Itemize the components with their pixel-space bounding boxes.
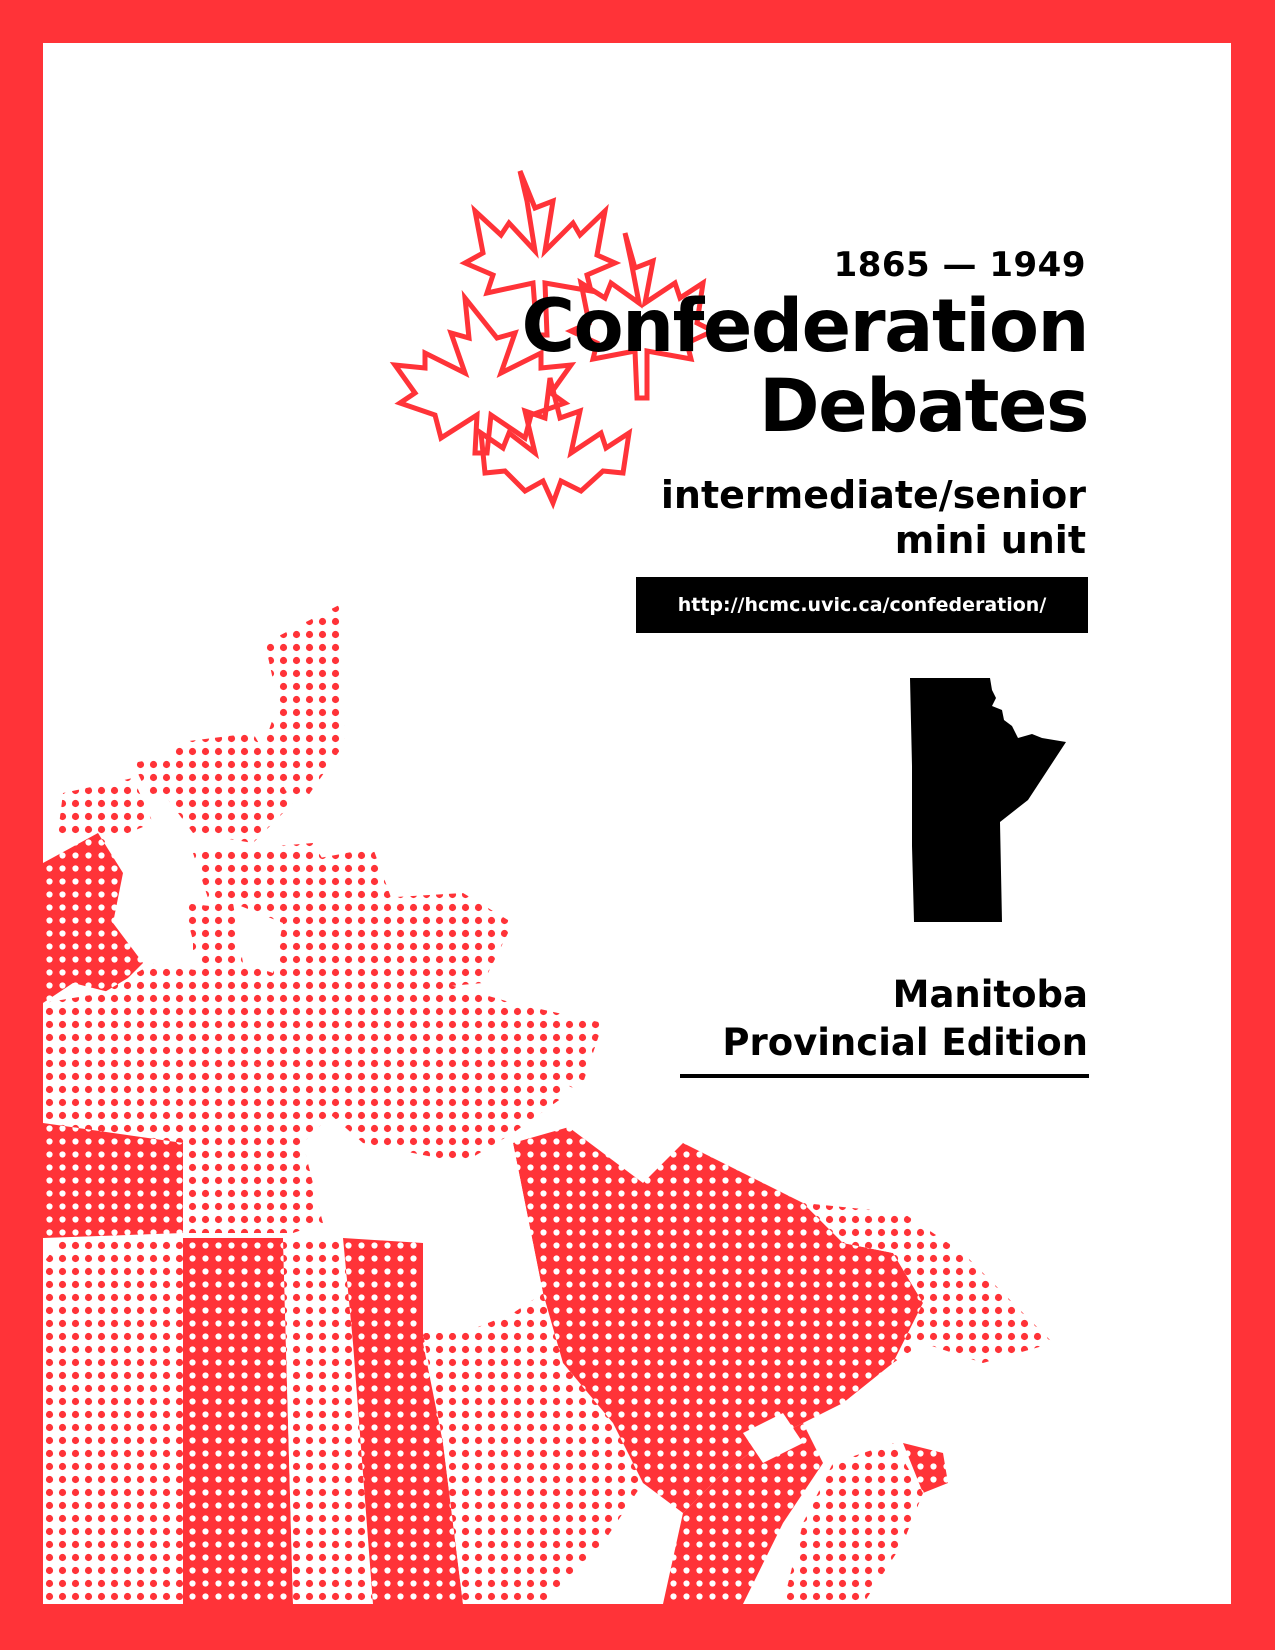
edition-label: Manitoba Provincial Edition <box>722 971 1088 1067</box>
unit-subtitle: intermediate/senior mini unit <box>661 473 1086 563</box>
page-title: Confederation Debates <box>521 284 1089 449</box>
manitoba-silhouette-icon <box>910 678 1066 922</box>
subtitle-line-1: intermediate/senior <box>660 473 1086 517</box>
edition-underline <box>680 1074 1089 1078</box>
edition-line-1: Manitoba <box>892 973 1088 1016</box>
website-url-link[interactable]: http://hcmc.uvic.ca/confederation/ <box>636 577 1088 633</box>
edition-line-2: Provincial Edition <box>722 1021 1088 1064</box>
title-line-2: Debates <box>759 364 1089 449</box>
subtitle-line-2: mini unit <box>894 518 1086 562</box>
cover-page: 1865 — 1949 Confederation Debates interm… <box>43 43 1231 1604</box>
year-range: 1865 — 1949 <box>833 245 1086 285</box>
title-line-1: Confederation <box>521 284 1089 369</box>
